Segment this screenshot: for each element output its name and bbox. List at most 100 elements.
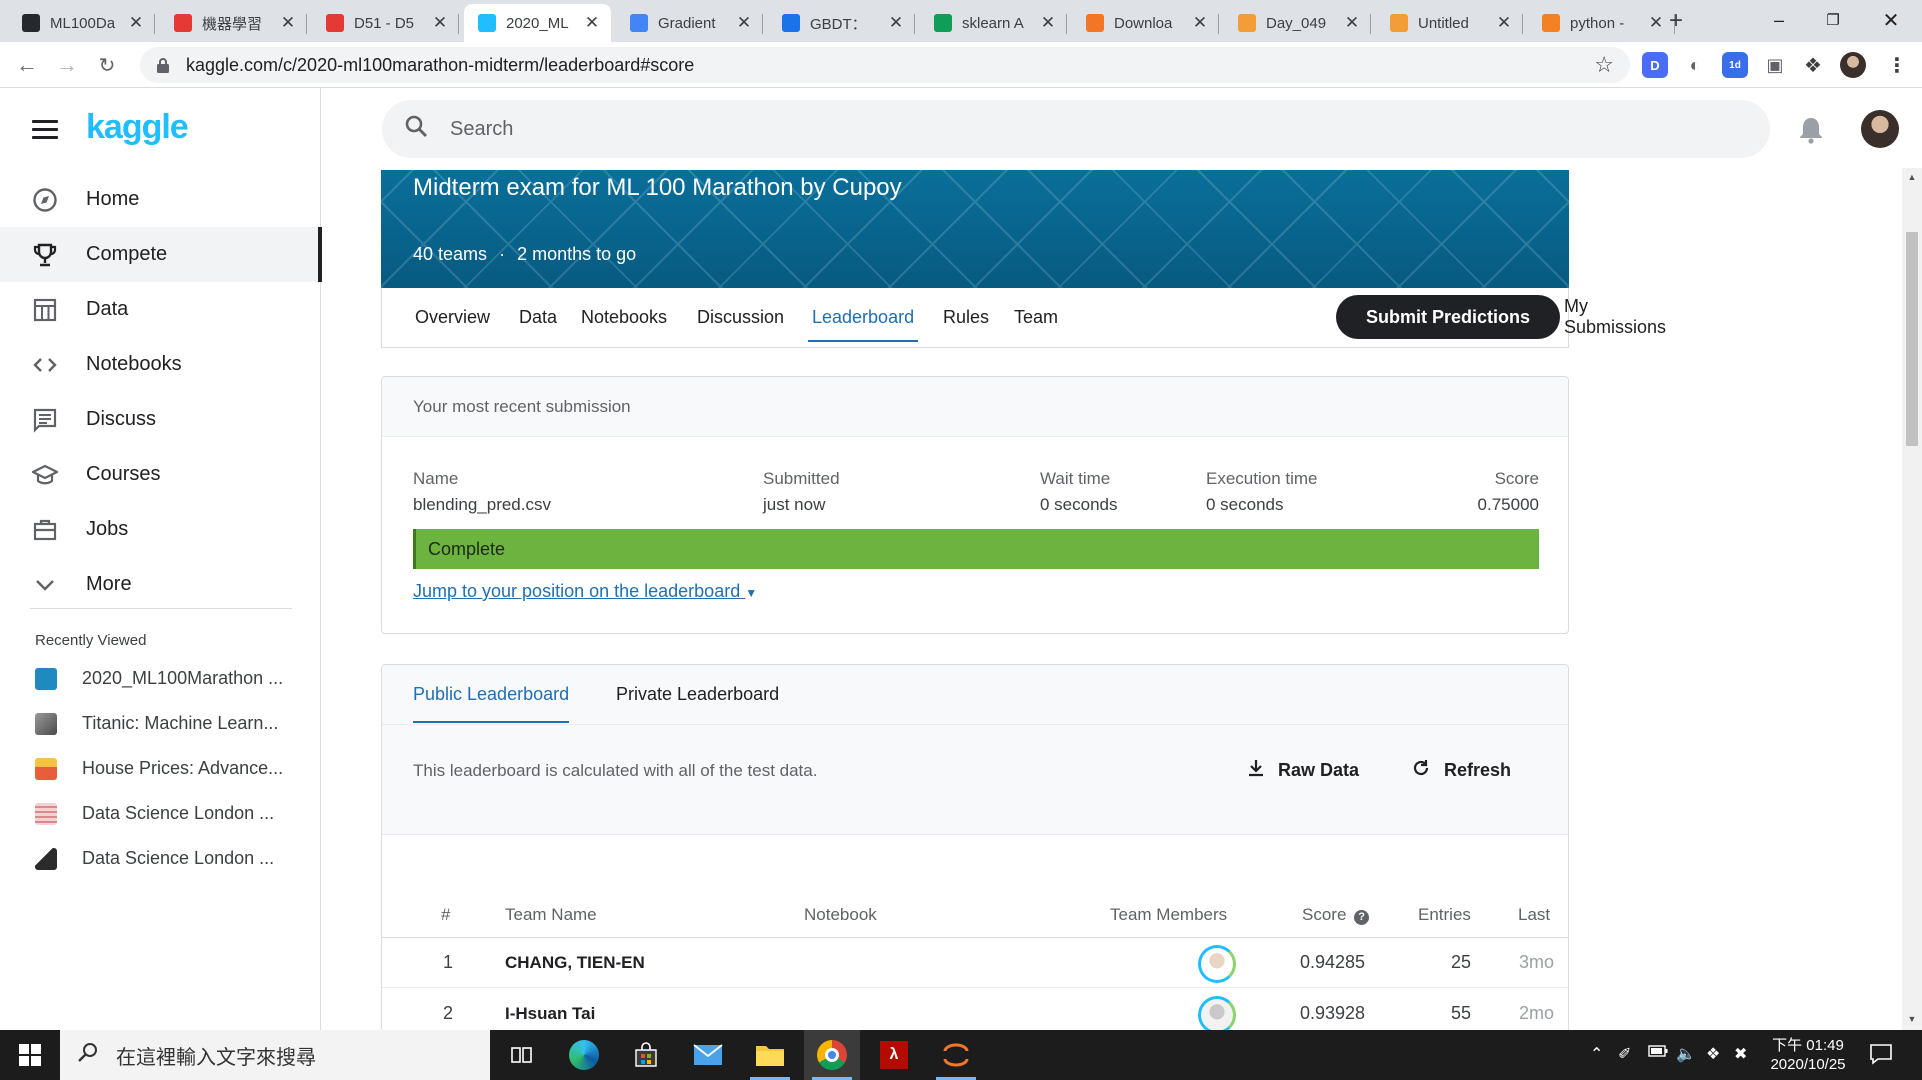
close-tab-icon[interactable]: ✕	[735, 13, 753, 33]
sidebar-item-courses[interactable]: Courses	[0, 447, 321, 502]
file-explorer-icon[interactable]	[742, 1030, 798, 1080]
browser-menu-icon[interactable]: ⋮	[1884, 52, 1910, 78]
close-tab-icon[interactable]: ✕	[431, 13, 449, 33]
jump-to-position-link[interactable]: Jump to your position on the leaderboard…	[413, 581, 757, 602]
team-member-avatar[interactable]	[1198, 996, 1236, 1034]
tab-discussion[interactable]: Discussion	[697, 288, 784, 346]
sidebar-item-compete[interactable]: Compete	[0, 227, 322, 282]
search-input[interactable]: Search	[382, 100, 1770, 158]
restore-button[interactable]: ❐	[1810, 0, 1856, 40]
browser-tab[interactable]: python - ✕	[1528, 4, 1675, 42]
briefcase-icon	[30, 515, 60, 545]
battery-icon[interactable]	[1648, 1044, 1668, 1062]
dropbox-icon[interactable]: ❖	[1706, 1044, 1720, 1064]
notification-center-icon[interactable]	[1870, 1043, 1892, 1070]
refresh-button[interactable]: Refresh	[1412, 759, 1511, 782]
notifications-bell-icon[interactable]	[1798, 116, 1826, 144]
scrollbar-thumb[interactable]	[1906, 232, 1918, 446]
close-tab-icon[interactable]: ✕	[127, 13, 145, 33]
browser-tab[interactable]: Untitled ✕	[1376, 4, 1523, 42]
recent-item[interactable]: Data Science London ...	[0, 791, 321, 836]
reload-button[interactable]: ↻	[92, 50, 122, 80]
browser-tab[interactable]: Day_049 ✕	[1224, 4, 1371, 42]
sidebar-item-more[interactable]: More	[0, 557, 321, 612]
close-tab-icon[interactable]: ✕	[1343, 13, 1361, 33]
bookmark-star-icon[interactable]: ☆	[1594, 52, 1614, 78]
browser-tab[interactable]: Downloa ✕	[1072, 4, 1219, 42]
hamburger-menu-icon[interactable]	[32, 120, 58, 140]
close-tab-icon[interactable]: ✕	[279, 13, 297, 33]
tab-public-leaderboard[interactable]: Public Leaderboard	[413, 665, 570, 723]
page-scrollbar[interactable]: ▲ ▼	[1902, 168, 1922, 1030]
chrome-icon[interactable]	[804, 1030, 860, 1080]
browser-tab[interactable]: 2020_ML ✕	[464, 4, 611, 42]
help-icon[interactable]: ?	[1354, 910, 1370, 925]
taskbar-clock[interactable]: 下午 01:49 2020/10/25	[1762, 1036, 1854, 1074]
close-tab-icon[interactable]: ✕	[1495, 13, 1513, 33]
sidebar-item-discuss[interactable]: Discuss	[0, 392, 321, 447]
my-submissions-link[interactable]: My Submissions	[1564, 288, 1666, 346]
task-view-icon[interactable]	[494, 1030, 550, 1080]
close-tab-icon[interactable]: ✕	[1039, 13, 1057, 33]
recent-item[interactable]: Data Science London ...	[0, 836, 321, 881]
edge-icon[interactable]	[556, 1030, 612, 1080]
taskbar-search-input[interactable]: 在這裡輸入文字來搜尋	[60, 1030, 490, 1080]
scroll-up-arrow[interactable]: ▲	[1902, 172, 1922, 188]
scroll-down-arrow[interactable]: ▼	[1902, 1014, 1922, 1030]
tab-data[interactable]: Data	[519, 288, 557, 346]
browser-tab[interactable]: sklearn A ✕	[920, 4, 1067, 42]
profile-avatar[interactable]	[1840, 52, 1866, 78]
address-bar[interactable]: kaggle.com/c/2020-ml100marathon-midterm/…	[140, 47, 1630, 83]
tab-private-leaderboard[interactable]: Private Leaderboard	[616, 665, 779, 723]
recent-item[interactable]: House Prices: Advance...	[0, 746, 321, 791]
mail-icon[interactable]	[680, 1030, 736, 1080]
close-tab-icon[interactable]: ✕	[1191, 13, 1209, 33]
windows-start-button[interactable]	[0, 1030, 60, 1080]
store-icon[interactable]	[618, 1030, 674, 1080]
table-row[interactable]: 1 CHANG, TIEN-EN 0.94285 25 3mo	[382, 938, 1568, 988]
extension-calendar-icon[interactable]: 1d	[1722, 52, 1748, 78]
forward-button[interactable]: →	[52, 50, 82, 80]
extension-circle-icon[interactable]: ◐	[1682, 52, 1708, 78]
tab-leaderboard[interactable]: Leaderboard	[807, 288, 919, 346]
browser-tab[interactable]: GBDT： ✕	[768, 4, 915, 42]
browser-tab[interactable]: D51 - D5 ✕	[312, 4, 459, 42]
sync-error-icon[interactable]: ✖	[1734, 1044, 1747, 1064]
tab-rules[interactable]: Rules	[943, 288, 989, 346]
tab-team[interactable]: Team	[1014, 288, 1058, 346]
search-icon	[404, 114, 428, 145]
row-team-name[interactable]: CHANG, TIEN-EN	[505, 953, 645, 973]
raw-data-button[interactable]: Raw Data	[1248, 759, 1359, 782]
sidebar-item-jobs[interactable]: Jobs	[0, 502, 321, 557]
kaggle-logo[interactable]: kaggle	[86, 108, 189, 147]
browser-tab[interactable]: 機器學習 ✕	[160, 4, 307, 42]
network-icon[interactable]: ✐	[1618, 1044, 1631, 1064]
jupyter-icon[interactable]	[928, 1030, 984, 1080]
extension-chat-icon[interactable]: ▣	[1762, 52, 1788, 78]
recent-item[interactable]: Titanic: Machine Learn...	[0, 701, 321, 746]
sidebar-item-notebooks[interactable]: Notebooks	[0, 337, 321, 392]
team-member-avatar[interactable]	[1198, 945, 1236, 983]
new-tab-button[interactable]: +	[1662, 8, 1690, 36]
extensions-puzzle-icon[interactable]: ❖	[1800, 52, 1826, 78]
sidebar-item-data[interactable]: Data	[0, 282, 321, 337]
user-avatar[interactable]	[1861, 110, 1899, 148]
volume-icon[interactable]: 🔈	[1676, 1044, 1696, 1064]
tab-notebooks[interactable]: Notebooks	[581, 288, 667, 346]
close-tab-icon[interactable]: ✕	[887, 13, 905, 33]
tab-overview[interactable]: Overview	[415, 288, 490, 346]
browser-tab[interactable]: ML100Da ✕	[8, 4, 155, 42]
acrobat-icon[interactable]: λ	[866, 1030, 922, 1080]
submit-predictions-button[interactable]: Submit Predictions	[1336, 295, 1560, 339]
minimize-button[interactable]: –	[1756, 0, 1802, 40]
browser-tab[interactable]: Gradient ✕	[616, 4, 763, 42]
recent-item[interactable]: 2020_ML100Marathon ...	[0, 656, 321, 701]
row-team-name[interactable]: I-Hsuan Tai	[505, 1004, 595, 1024]
close-tab-icon[interactable]: ✕	[583, 13, 601, 33]
show-hidden-icons-chevron[interactable]: ⌃	[1590, 1044, 1603, 1064]
extension-d-icon[interactable]: D	[1642, 52, 1668, 78]
back-button[interactable]: ←	[12, 50, 42, 80]
close-window-button[interactable]: ✕	[1868, 0, 1914, 40]
sidebar-item-home[interactable]: Home	[0, 172, 321, 227]
submission-score: 0.75000	[1477, 495, 1539, 514]
